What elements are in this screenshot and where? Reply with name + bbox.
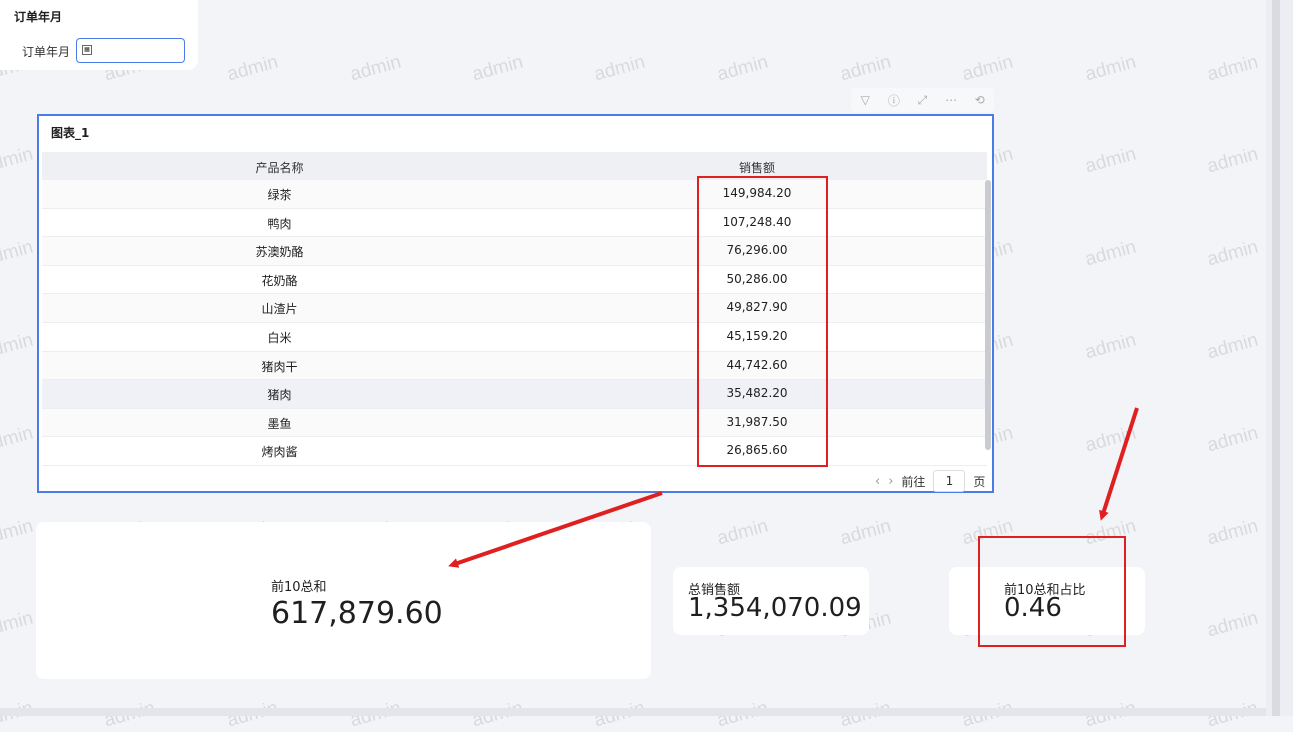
arrow-to-top10-sum — [448, 491, 663, 568]
annotation-arrows — [448, 407, 1139, 568]
arrow-to-ratio — [1099, 407, 1139, 521]
